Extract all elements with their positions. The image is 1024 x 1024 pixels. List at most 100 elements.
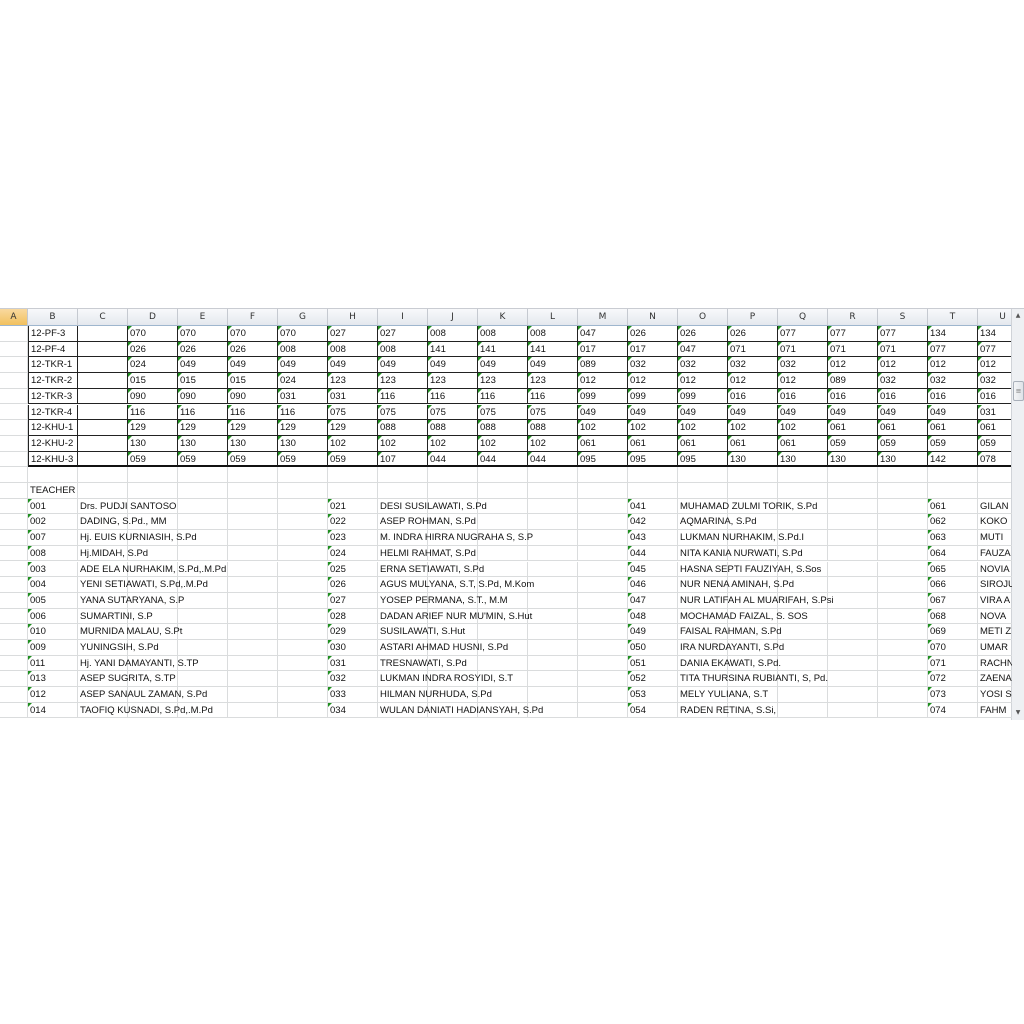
teacher-code[interactable]: 025 (328, 561, 378, 578)
column-header-f[interactable]: F (228, 309, 278, 326)
teacher-code-cell[interactable]: 130 (878, 451, 928, 468)
cell[interactable] (678, 467, 728, 483)
teacher-code-cell[interactable]: 061 (828, 420, 878, 436)
teacher-code-cell[interactable]: 089 (578, 357, 628, 374)
cell[interactable] (378, 483, 428, 499)
cell[interactable] (278, 640, 328, 656)
teacher-code-cell[interactable]: 071 (878, 341, 928, 358)
cell[interactable] (878, 561, 928, 578)
cell[interactable] (278, 608, 328, 625)
teacher-code-cell[interactable]: 130 (128, 435, 178, 452)
teacher-name[interactable]: YOSI S (978, 687, 1012, 703)
cell[interactable] (228, 530, 278, 546)
teacher-code-cell[interactable]: 049 (628, 404, 678, 421)
cell[interactable] (228, 483, 278, 499)
teacher-code-cell[interactable]: 016 (728, 388, 778, 405)
cell[interactable] (228, 671, 278, 688)
teacher-code-cell[interactable]: 130 (228, 435, 278, 452)
column-header-d[interactable]: D (128, 309, 178, 326)
teacher-code-cell[interactable]: 090 (128, 388, 178, 405)
teacher-code-cell[interactable]: 088 (478, 420, 528, 436)
cell[interactable] (678, 483, 728, 499)
cell[interactable] (528, 624, 578, 640)
teacher-code-cell[interactable]: 024 (278, 373, 328, 389)
teacher-name[interactable]: ADE ELA NURHAKIM, S.Pd,.M.Pd (78, 562, 226, 578)
teacher-code[interactable]: 074 (928, 702, 978, 719)
teacher-code-cell[interactable]: 116 (428, 388, 478, 405)
teacher-code-cell[interactable]: 075 (428, 404, 478, 421)
cell[interactable] (478, 545, 528, 562)
teacher-name[interactable]: LUKMAN NURHAKIM, S.Pd.I (678, 530, 804, 546)
cell[interactable] (478, 483, 528, 499)
cell[interactable] (528, 577, 578, 593)
teacher-name[interactable]: RADEN RETINA, S.Si, (678, 703, 776, 719)
teacher-code-cell[interactable]: 141 (478, 341, 528, 358)
teacher-code-cell[interactable]: 049 (878, 404, 928, 421)
teacher-code-cell[interactable]: 059 (128, 451, 178, 468)
teacher-code-cell[interactable]: 032 (678, 357, 728, 374)
cell[interactable] (578, 687, 628, 703)
column-header-b[interactable]: B (28, 309, 78, 326)
scroll-up-icon[interactable]: ▲ (1013, 311, 1023, 321)
teacher-code-cell[interactable]: 129 (328, 420, 378, 436)
class-name-cell[interactable]: 12-PF-4 (28, 341, 78, 358)
teacher-code-cell[interactable]: 070 (228, 326, 278, 342)
teacher-name[interactable]: DESI SUSILAWATI, S.Pd (378, 499, 487, 515)
teacher-code-cell[interactable]: 032 (778, 357, 828, 374)
teacher-code-cell[interactable]: 102 (778, 420, 828, 436)
teacher-code-cell[interactable]: 047 (578, 326, 628, 342)
cell[interactable] (228, 624, 278, 640)
cell[interactable] (0, 577, 28, 593)
teacher-code-cell[interactable]: 026 (628, 326, 678, 342)
teacher-code-cell[interactable]: 059 (878, 435, 928, 452)
cell[interactable] (278, 702, 328, 719)
teacher-name[interactable]: Hj. YANI DAMAYANTI, S.TP (78, 656, 199, 672)
cell[interactable] (228, 702, 278, 719)
class-name-cell[interactable]: 12-TKR-1 (28, 357, 78, 374)
teacher-code-cell[interactable]: 077 (878, 326, 928, 342)
teacher-code[interactable]: 066 (928, 577, 978, 593)
column-header-a[interactable]: A (0, 309, 28, 326)
cell[interactable] (728, 483, 778, 499)
teacher-name[interactable]: YENI SETIAWATI, S.Pd,.M.Pd (78, 577, 208, 593)
teacher-name[interactable]: ERNA SETIAWATI, S.Pd (378, 562, 484, 578)
teacher-name[interactable]: IRA NURDAYANTI, S.Pd (678, 640, 784, 656)
teacher-code[interactable]: 030 (328, 640, 378, 656)
cell[interactable] (78, 483, 128, 499)
cell[interactable] (578, 624, 628, 640)
cell[interactable] (178, 514, 228, 531)
teacher-code-cell[interactable]: 044 (528, 451, 578, 468)
teacher-code[interactable]: 061 (928, 498, 978, 515)
cell[interactable] (78, 373, 128, 389)
teacher-code-cell[interactable]: 061 (778, 435, 828, 452)
teacher-code-cell[interactable]: 116 (528, 388, 578, 405)
column-header-c[interactable]: C (78, 309, 128, 326)
teacher-name[interactable]: MURNIDA MALAU, S.Pt (78, 624, 182, 640)
cell[interactable] (228, 640, 278, 656)
teacher-name[interactable]: FAHM (978, 703, 1012, 719)
teacher-code[interactable]: 021 (328, 498, 378, 515)
teacher-code[interactable]: 013 (28, 671, 78, 688)
cell[interactable] (278, 530, 328, 546)
cell[interactable] (0, 655, 28, 672)
cell[interactable] (778, 467, 828, 483)
cell[interactable] (878, 655, 928, 672)
cell[interactable] (828, 577, 878, 593)
teacher-code-cell[interactable]: 024 (128, 357, 178, 374)
teacher-code-cell[interactable]: 012 (578, 373, 628, 389)
cell[interactable] (578, 483, 628, 499)
cell[interactable] (278, 671, 328, 688)
teacher-code-cell[interactable]: 070 (278, 326, 328, 342)
teacher-code-cell[interactable]: 012 (778, 373, 828, 389)
cell[interactable] (578, 561, 628, 578)
column-header-r[interactable]: R (828, 309, 878, 326)
cell[interactable] (0, 388, 28, 405)
teacher-code-cell[interactable]: 061 (578, 435, 628, 452)
teacher-code-cell[interactable]: 123 (328, 373, 378, 389)
teacher-code-cell[interactable]: 049 (278, 357, 328, 374)
teacher-code-cell[interactable]: 027 (328, 326, 378, 342)
teacher-code-cell[interactable]: 075 (478, 404, 528, 421)
teacher-name[interactable]: YUNINGSIH, S.Pd (78, 640, 159, 656)
teacher-name[interactable]: FAISAL RAHMAN, S.Pd (678, 624, 782, 640)
teacher-name[interactable]: AQMARINA, S.Pd (678, 514, 757, 531)
